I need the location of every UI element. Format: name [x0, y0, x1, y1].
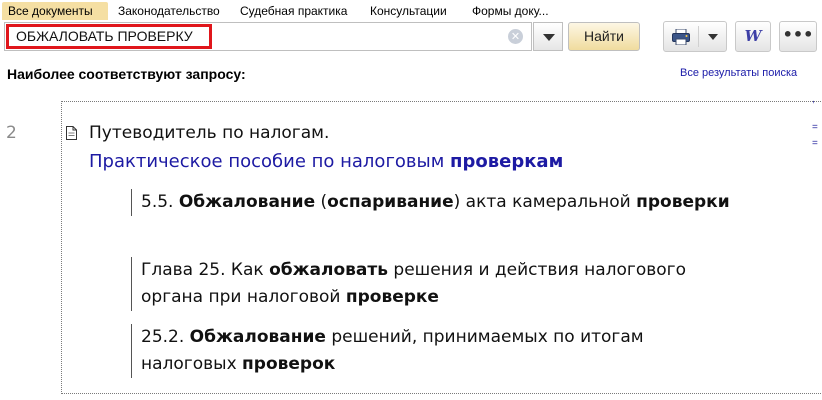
highlighted-term: проверки	[636, 192, 730, 212]
tab-consultations[interactable]: Консультации	[364, 2, 462, 20]
text-run: Глава 25. Как	[141, 260, 270, 280]
highlighted-term: проверок	[242, 354, 336, 374]
find-button[interactable]: Найти	[568, 22, 640, 51]
result-fragment[interactable]: 5.5. Обжалование (оспаривание) акта каме…	[131, 189, 731, 216]
document-title[interactable]: Путеводитель по налогам.	[89, 123, 329, 143]
tab-bar: Все документы Законодательство Судебная …	[0, 0, 822, 20]
document-icon	[66, 126, 77, 140]
tab-document-forms[interactable]: Формы доку...	[466, 2, 564, 20]
chevron-down-icon[interactable]	[708, 34, 718, 40]
result-fragment[interactable]: 25.2. Обжалование решений, принимаемых п…	[131, 324, 731, 378]
text-run: 5.5.	[141, 192, 179, 212]
export-word-button[interactable]: W	[735, 21, 771, 52]
document-subtitle-link[interactable]: Практическое пособие по налоговым провер…	[89, 151, 563, 172]
text-run: ) акта камеральной	[453, 192, 637, 212]
printer-icon	[672, 29, 690, 45]
highlighted-term: обжаловать	[269, 260, 388, 280]
text-run: (	[315, 192, 328, 212]
result-number: 2	[6, 123, 17, 143]
tab-all-documents[interactable]: Все документы	[2, 2, 108, 20]
text-run: Практическое пособие по налоговым	[89, 151, 451, 172]
all-results-link[interactable]: Все результаты поиска	[680, 67, 822, 79]
print-button-divider	[698, 26, 699, 47]
highlighted-term: проверке	[345, 287, 439, 307]
highlighted-term: Обжалование	[178, 192, 316, 212]
search-input[interactable]: ОБЖАЛОВАТЬ ПРОВЕРКУ ✕	[4, 22, 532, 51]
result-fragment[interactable]: Глава 25. Как обжаловать решения и дейст…	[131, 257, 731, 311]
tab-court-practice[interactable]: Судебная практика	[234, 2, 358, 20]
highlighted-term: проверкам	[450, 151, 564, 172]
more-icon: •••	[782, 25, 814, 44]
highlighted-term: оспаривание	[327, 192, 454, 212]
more-options-button[interactable]: •••	[779, 21, 817, 52]
word-export-icon: W	[744, 27, 762, 45]
print-button[interactable]	[663, 21, 727, 52]
tab-legislation[interactable]: Законодательство	[112, 2, 230, 20]
search-history-dropdown-button[interactable]	[533, 22, 563, 51]
clear-icon[interactable]: ✕	[508, 29, 523, 44]
highlighted-term: Обжалование	[189, 327, 326, 347]
text-run: 25.2.	[141, 327, 190, 347]
results-heading: Наиболее соответствуют запросу:	[7, 66, 246, 82]
chevron-down-icon	[543, 34, 555, 41]
search-query-text: ОБЖАЛОВАТЬ ПРОВЕРКУ	[16, 28, 193, 44]
